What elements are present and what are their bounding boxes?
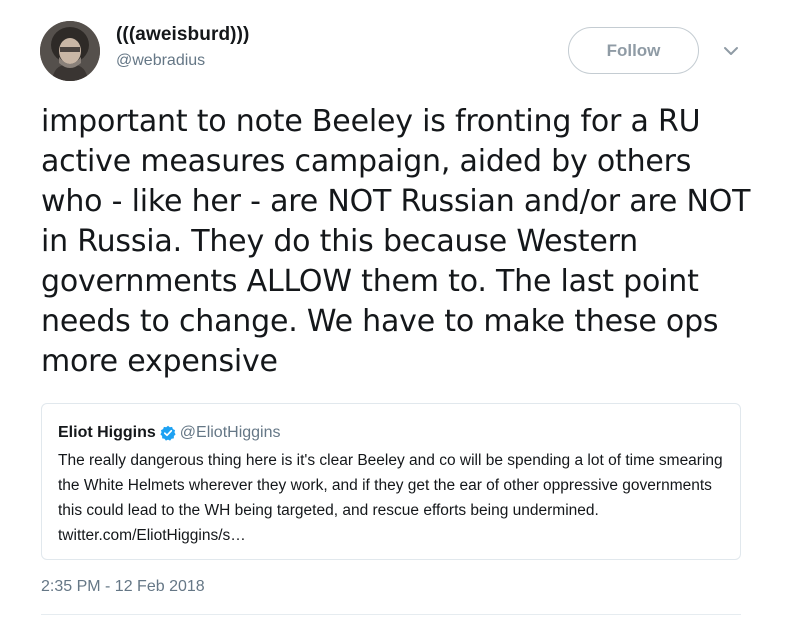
chevron-down-icon[interactable] xyxy=(722,42,740,60)
verified-badge-icon xyxy=(160,425,176,441)
quoted-tweet-header: Eliot Higgins @EliotHiggins xyxy=(58,422,724,444)
quoted-tweet-text: The really dangerous thing here is it's … xyxy=(58,452,723,544)
tweet-card: (((aweisburd))) @webradius Follow import… xyxy=(0,0,785,618)
avatar[interactable] xyxy=(40,21,100,81)
tweet-text: important to note Beeley is fronting for… xyxy=(41,104,751,379)
author-handle[interactable]: @webradius xyxy=(116,52,205,70)
quoted-author-handle: @EliotHiggins xyxy=(179,424,281,441)
quoted-author-name: Eliot Higgins xyxy=(58,424,156,441)
quoted-tweet[interactable]: Eliot Higgins @EliotHiggins The really d… xyxy=(41,403,741,560)
divider xyxy=(41,614,741,615)
avatar-image xyxy=(40,21,100,81)
author-display-name[interactable]: (((aweisburd))) xyxy=(116,24,249,46)
follow-button[interactable]: Follow xyxy=(568,27,699,74)
tweet-timestamp[interactable]: 2:35 PM - 12 Feb 2018 xyxy=(41,578,205,596)
